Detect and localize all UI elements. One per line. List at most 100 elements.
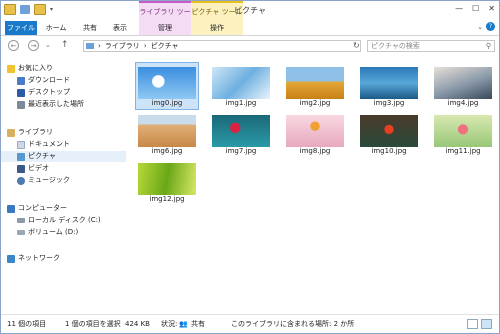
breadcrumb-library[interactable]: ライブラリ	[105, 41, 140, 51]
file-name: img8.jpg	[299, 147, 331, 155]
nav-label: デスクトップ	[28, 88, 70, 96]
nav-computer[interactable]: コンピューター	[7, 203, 67, 214]
file-item-img3[interactable]: img3.jpg	[359, 63, 419, 109]
drive-icon	[17, 230, 25, 235]
nav-downloads[interactable]: ダウンロード	[17, 75, 70, 86]
status-bar: 11 個の項目 1 個の項目を選択 424 KB 状況: 👥 共有 このライブラ…	[1, 314, 499, 334]
item-count: 11 個の項目	[7, 320, 47, 328]
maximize-button[interactable]: ☐	[472, 4, 479, 13]
folder-icon	[4, 4, 16, 15]
nav-label: ライブラリ	[18, 128, 53, 136]
search-icon[interactable]: ⚲	[486, 41, 491, 51]
minimize-button[interactable]: —	[455, 4, 463, 13]
details-view-button[interactable]	[467, 319, 478, 329]
properties-icon[interactable]	[20, 5, 30, 14]
file-list: img0.jpg img1.jpg img2.jpg img3.jpg img4…	[131, 59, 495, 311]
chevron-down-icon[interactable]: ▾	[50, 6, 53, 13]
state-value: 共有	[191, 320, 205, 328]
nav-recent[interactable]: 最近表示した場所	[17, 99, 84, 110]
network-icon	[7, 254, 15, 263]
thumbnail-image	[360, 67, 418, 99]
ribbon-tabs: ファイル ホーム 共有 表示 管理 操作 ⌄ ?	[1, 21, 499, 36]
quick-access-toolbar: ▾	[4, 4, 53, 15]
nav-label: ボリューム (D:)	[28, 228, 79, 236]
back-button[interactable]: ←	[8, 40, 19, 51]
documents-icon	[17, 140, 25, 149]
file-name: img7.jpg	[225, 147, 257, 155]
forward-button[interactable]: →	[28, 40, 39, 51]
breadcrumb-pictures[interactable]: ピクチャ	[151, 41, 179, 51]
nav-label: お気に入り	[18, 64, 53, 72]
up-button[interactable]: ↑	[61, 40, 69, 50]
nav-volume-d[interactable]: ボリューム (D:)	[17, 227, 78, 238]
nav-label: ビデオ	[28, 164, 49, 172]
help-icon[interactable]: ?	[486, 22, 495, 31]
drive-icon	[17, 218, 25, 223]
nav-libraries[interactable]: ライブラリ	[7, 127, 53, 138]
library-icon	[86, 43, 94, 49]
address-row: ← → ⌄ ↑ › ライブラリ › ピクチャ ↻ ピクチャの検索 ⚲	[1, 37, 499, 55]
navigation-pane: お気に入り ダウンロード デスクトップ 最近表示した場所 ライブラリ ドキュメン…	[1, 59, 126, 311]
nav-videos[interactable]: ビデオ	[17, 163, 49, 174]
explorer-window: ▾ ライブラリ ツール ピクチャ ツール ピクチャ — ☐ ✕ ファイル ホーム…	[0, 0, 500, 334]
file-item-img8[interactable]: img8.jpg	[285, 111, 345, 157]
nav-desktop[interactable]: デスクトップ	[17, 87, 70, 98]
file-item-img2[interactable]: img2.jpg	[285, 63, 345, 109]
breadcrumb-separator: ›	[143, 42, 147, 50]
tab-file[interactable]: ファイル	[5, 21, 37, 35]
tab-picture-operate[interactable]: 操作	[191, 21, 243, 35]
file-item-img6[interactable]: img6.jpg	[137, 111, 197, 157]
nav-label: ダウンロード	[28, 76, 70, 84]
selected-size: 424 KB	[125, 320, 150, 328]
thumbnail-image	[138, 163, 196, 195]
address-bar[interactable]: › ライブラリ › ピクチャ	[83, 40, 361, 52]
nav-local-disk[interactable]: ローカル ディスク (C:)	[17, 215, 101, 226]
nav-network[interactable]: ネットワーク	[7, 253, 60, 264]
nav-pictures[interactable]: ピクチャ	[1, 151, 126, 162]
desktop-icon	[17, 88, 25, 97]
file-name: img0.jpg	[151, 99, 183, 107]
file-item-img11[interactable]: img11.jpg	[433, 111, 493, 157]
file-item-img1[interactable]: img1.jpg	[211, 63, 271, 109]
search-input[interactable]: ピクチャの検索 ⚲	[367, 40, 495, 52]
close-button[interactable]: ✕	[488, 4, 495, 13]
file-name: img12.jpg	[149, 195, 185, 203]
search-placeholder: ピクチャの検索	[371, 42, 420, 50]
thumbnail-image	[138, 115, 196, 147]
nav-label: コンピューター	[18, 204, 67, 212]
window-title: ピクチャ	[234, 6, 266, 15]
file-name: img11.jpg	[445, 147, 481, 155]
tab-library-manage[interactable]: 管理	[139, 21, 191, 35]
recent-locations-icon[interactable]: ⌄	[45, 41, 51, 49]
file-item-img4[interactable]: img4.jpg	[433, 63, 493, 109]
recent-places-icon	[17, 100, 25, 109]
breadcrumb-separator: ›	[98, 42, 101, 50]
thumbnail-image	[286, 67, 344, 99]
nav-favorites[interactable]: お気に入り	[7, 63, 53, 74]
file-item-img7[interactable]: img7.jpg	[211, 111, 271, 157]
file-item-img0[interactable]: img0.jpg	[135, 62, 199, 110]
large-icons-view-button[interactable]	[481, 319, 492, 329]
download-icon	[17, 76, 25, 85]
file-item-img12[interactable]: img12.jpg	[137, 159, 197, 205]
nav-documents[interactable]: ドキュメント	[17, 139, 70, 150]
computer-icon	[7, 204, 15, 213]
pictures-icon	[17, 152, 25, 161]
libraries-icon	[7, 128, 15, 137]
nav-music[interactable]: ミュージック	[17, 175, 70, 186]
picture-tools-context: ピクチャ ツール	[191, 1, 243, 23]
tab-view[interactable]: 表示	[107, 21, 133, 35]
thumbnail-image	[434, 67, 492, 99]
thumbnail-image	[434, 115, 492, 147]
file-item-img10[interactable]: img10.jpg	[359, 111, 419, 157]
nav-label: ローカル ディスク (C:)	[28, 216, 101, 224]
expand-ribbon-icon[interactable]: ⌄	[477, 23, 483, 31]
nav-label: ドキュメント	[28, 140, 70, 148]
thumbnail-image	[138, 67, 196, 99]
nav-label: ピクチャ	[28, 152, 56, 160]
thumbnail-image	[286, 115, 344, 147]
new-folder-icon[interactable]	[34, 4, 46, 15]
tab-share[interactable]: 共有	[77, 21, 103, 35]
tab-home[interactable]: ホーム	[41, 21, 71, 35]
refresh-icon[interactable]: ↻	[353, 41, 360, 50]
